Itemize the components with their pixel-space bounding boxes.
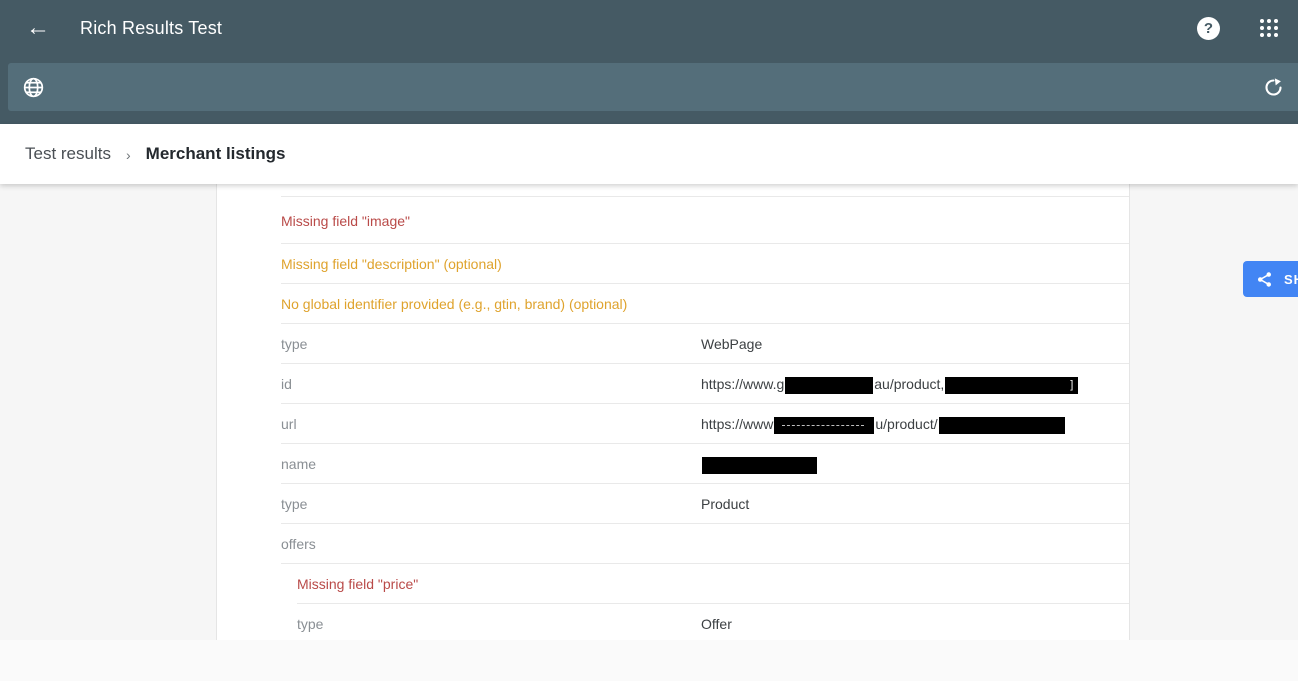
field-value: Product (701, 496, 749, 512)
breadcrumb: Test results › Merchant listings (25, 124, 285, 184)
field-value: https://www u/product/ (701, 416, 1066, 433)
globe-icon (22, 76, 45, 99)
breadcrumb-merchant-listings: Merchant listings (146, 144, 286, 164)
field-value: WebPage (701, 336, 762, 352)
redacted-value (774, 417, 874, 434)
app-header: ← Rich Results Test ? (0, 0, 1298, 124)
share-icon (1256, 271, 1273, 288)
error-message: Missing field "image" (217, 213, 410, 229)
issue-row[interactable]: Missing field "image" (217, 197, 1129, 244)
rich-results-test-app: ← Rich Results Test ? (0, 0, 1298, 681)
field-row: idhttps://www.g au/product,] (217, 364, 1129, 404)
field-label: type (217, 336, 701, 352)
field-label: type (217, 496, 701, 512)
refresh-button[interactable] (1263, 77, 1284, 98)
redaction-artifact: ] (1070, 378, 1073, 393)
warning-message: No global identifier provided (e.g., gti… (217, 296, 627, 312)
field-value: Offer (701, 616, 732, 632)
value-text: au/product, (874, 376, 944, 392)
field-value (701, 456, 818, 473)
redacted-value: ] (945, 377, 1078, 394)
value-text: https://www.g (701, 376, 784, 392)
field-label: name (217, 456, 701, 472)
redacted-value (785, 377, 873, 394)
share-button[interactable]: SHARE (1243, 261, 1298, 297)
issue-row[interactable]: Missing field "description" (optional) (217, 244, 1129, 284)
app-header-row: ← Rich Results Test ? (0, 0, 1298, 56)
partial-row (217, 184, 1129, 197)
question-mark-icon: ? (1204, 17, 1213, 40)
header-actions: ? (1197, 17, 1288, 40)
value-text: u/product/ (875, 416, 937, 432)
field-row: offers (217, 524, 1129, 564)
help-button[interactable]: ? (1197, 17, 1220, 40)
field-label: id (217, 376, 701, 392)
value-text: https://www (701, 416, 773, 432)
back-button[interactable]: ← (22, 12, 54, 44)
field-label: url (217, 416, 701, 432)
share-button-label: SHARE (1284, 272, 1298, 287)
breadcrumb-bar: Test results › Merchant listings SHARE (0, 124, 1298, 184)
app-title: Rich Results Test (80, 18, 222, 39)
error-message: Missing field "price" (217, 576, 418, 592)
url-bar[interactable] (8, 63, 1298, 111)
field-value: https://www.g au/product,] (701, 376, 1079, 393)
arrow-left-icon: ← (26, 14, 50, 42)
url-input[interactable] (59, 63, 1249, 111)
field-row: typeWebPage (217, 324, 1129, 364)
redacted-value (939, 417, 1065, 434)
chevron-right-icon: › (126, 147, 131, 163)
apps-grid-icon (1260, 19, 1278, 37)
redacted-value (702, 457, 817, 474)
field-row: urlhttps://www u/product/ (217, 404, 1129, 444)
apps-button[interactable] (1260, 19, 1278, 37)
field-row: name (217, 444, 1129, 484)
field-label: type (217, 616, 701, 632)
detected-item-panel: Missing field "image" Missing field "desc… (216, 184, 1130, 640)
footer-band (0, 640, 1298, 681)
issue-row[interactable]: Missing field "price" (217, 564, 1129, 604)
field-row: typeProduct (217, 484, 1129, 524)
field-row: typeOffer (217, 604, 1129, 640)
issue-row[interactable]: No global identifier provided (e.g., gti… (217, 284, 1129, 324)
refresh-icon (1263, 77, 1284, 98)
field-label: offers (217, 536, 701, 552)
breadcrumb-test-results[interactable]: Test results (25, 144, 111, 164)
warning-message: Missing field "description" (optional) (217, 256, 502, 272)
results-content: Missing field "image" Missing field "desc… (0, 184, 1298, 640)
